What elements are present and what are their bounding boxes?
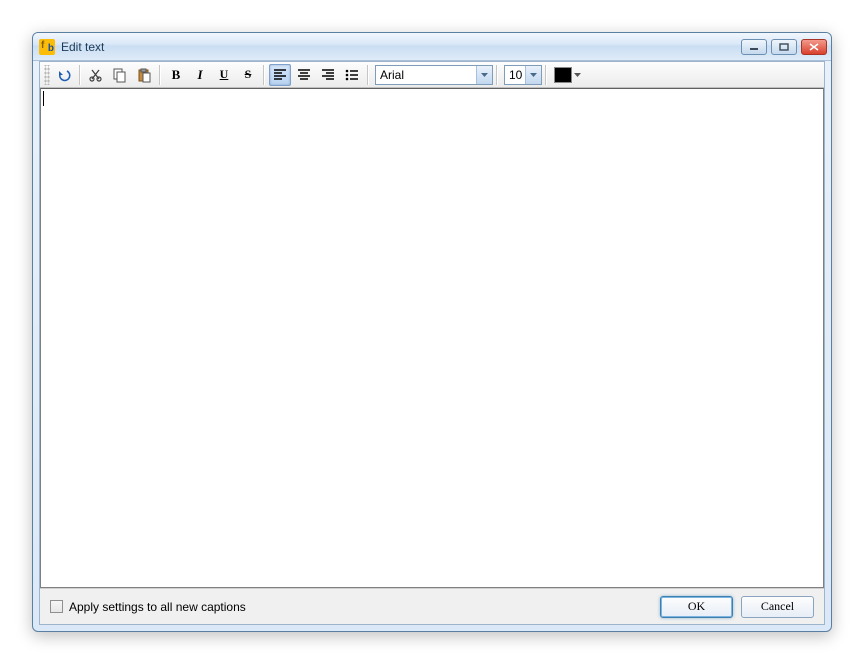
window-title: Edit text [61,40,104,54]
align-left-button[interactable] [269,64,291,86]
dropdown-arrow-icon[interactable] [572,73,583,77]
undo-icon [56,67,72,83]
italic-icon: I [197,67,202,83]
toolbar: B I U S [40,62,824,88]
italic-button[interactable]: I [189,64,211,86]
checkbox-label: Apply settings to all new captions [69,600,246,614]
dropdown-arrow-icon[interactable] [476,66,492,84]
client-area: B I U S [39,61,825,625]
ok-button[interactable]: OK [660,596,733,618]
bold-icon: B [172,67,181,83]
minimize-button[interactable] [741,39,767,55]
edit-text-dialog: fb Edit text [32,32,832,632]
maximize-button[interactable] [771,39,797,55]
checkbox-box[interactable] [50,600,63,613]
close-button[interactable] [801,39,827,55]
apply-all-checkbox[interactable]: Apply settings to all new captions [50,600,246,614]
align-right-icon [321,68,335,82]
align-center-icon [297,68,311,82]
titlebar[interactable]: fb Edit text [33,33,831,61]
paste-icon [136,67,152,83]
dropdown-arrow-icon[interactable] [525,66,541,84]
align-center-button[interactable] [293,64,315,86]
strikethrough-button[interactable]: S [237,64,259,86]
scissors-icon [88,67,104,83]
underline-icon: U [220,67,229,82]
copy-icon [112,67,128,83]
cancel-button[interactable]: Cancel [741,596,814,618]
app-icon: fb [39,39,55,55]
bold-button[interactable]: B [165,64,187,86]
align-right-button[interactable] [317,64,339,86]
text-editor[interactable] [40,88,824,588]
copy-button[interactable] [109,64,131,86]
font-family-value: Arial [376,68,476,82]
toolbar-grip[interactable] [44,65,50,85]
cut-button[interactable] [85,64,107,86]
font-size-value: 10 [505,68,525,82]
text-caret [43,91,44,106]
font-family-combo[interactable]: Arial [375,65,493,85]
paste-button[interactable] [133,64,155,86]
bullet-list-button[interactable] [341,64,363,86]
window-controls [741,39,827,55]
underline-button[interactable]: U [213,64,235,86]
dialog-footer: Apply settings to all new captions OK Ca… [40,588,824,624]
bullet-list-icon [345,68,359,82]
color-swatch [554,67,572,83]
strikethrough-icon: S [245,67,252,82]
font-size-combo[interactable]: 10 [504,65,542,85]
editor-content[interactable] [41,89,823,108]
undo-button[interactable] [53,64,75,86]
align-left-icon [273,68,287,82]
font-color-picker[interactable] [553,65,584,85]
